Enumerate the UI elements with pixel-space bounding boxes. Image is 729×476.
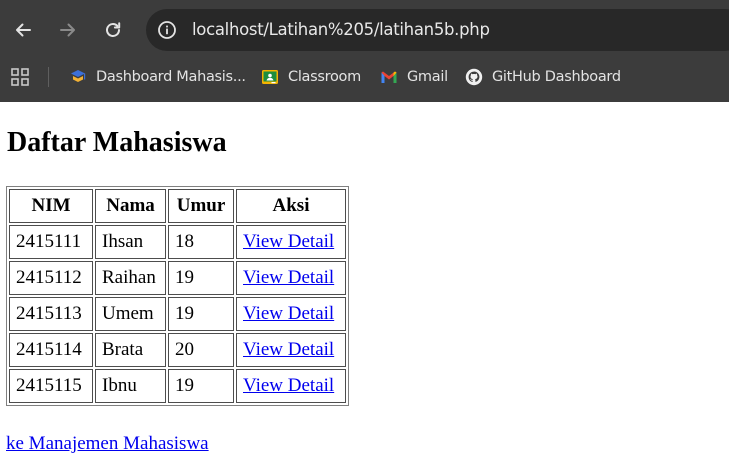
table-row: 2415114 Brata 20 View Detail [9,333,346,367]
bookmark-label: Classroom [288,69,361,85]
cell-nama: Ihsan [95,225,166,259]
forward-button[interactable] [55,17,81,43]
bookmarks-bar: Dashboard Mahasis... Classroom Gmail Git… [0,58,729,102]
address-bar[interactable]: localhost/Latihan%205/latihan5b.php [146,9,729,51]
info-icon [158,21,176,39]
cell-aksi: View Detail [236,297,346,331]
cell-aksi: View Detail [236,369,346,403]
cell-aksi: View Detail [236,333,346,367]
cell-aksi: View Detail [236,225,346,259]
cell-umur: 19 [168,261,234,295]
arrow-right-icon [60,23,75,37]
mahasiswa-table: NIM Nama Umur Aksi 2415111 Ihsan 18 View… [6,186,349,406]
gmail-icon [381,71,397,83]
bookmark-github-dashboard[interactable]: GitHub Dashboard [465,65,621,89]
cell-nim: 2415115 [9,369,93,403]
cell-nim: 2415111 [9,225,93,259]
classroom-icon [262,70,278,84]
cell-umur: 19 [168,369,234,403]
table-row: 2415113 Umem 19 View Detail [9,297,346,331]
dashboard-favicon-icon [71,70,86,82]
view-detail-link[interactable]: View Detail [243,339,334,360]
browser-chrome: localhost/Latihan%205/latihan5b.php Dash… [0,0,729,102]
table-row: 2415115 Ibnu 19 View Detail [9,369,346,403]
column-header-umur: Umur [168,189,234,223]
view-detail-link[interactable]: View Detail [243,303,334,324]
cell-nim: 2415112 [9,261,93,295]
manajemen-mahasiswa-link[interactable]: ke Manajemen Mahasiswa [6,433,209,455]
cell-aksi: View Detail [236,261,346,295]
bookmark-label: Dashboard Mahasis... [96,69,246,85]
url-text[interactable]: localhost/Latihan%205/latihan5b.php [192,20,490,39]
table-header-row: NIM Nama Umur Aksi [9,189,346,223]
site-info-button[interactable] [154,17,180,43]
bookmark-dashboard-mahasiswa[interactable]: Dashboard Mahasis... [69,65,246,89]
column-header-nim: NIM [9,189,93,223]
table-row: 2415112 Raihan 19 View Detail [9,261,346,295]
reload-icon [106,22,121,37]
cell-nama: Raihan [95,261,166,295]
cell-umur: 20 [168,333,234,367]
column-header-nama: Nama [95,189,166,223]
browser-toolbar: localhost/Latihan%205/latihan5b.php [0,0,729,58]
arrow-left-icon [16,23,31,37]
apps-grid-icon[interactable] [10,67,30,87]
cell-nama: Brata [95,333,166,367]
cell-umur: 19 [168,297,234,331]
page-title: Daftar Mahasiswa [7,127,227,158]
cell-umur: 18 [168,225,234,259]
table-row: 2415111 Ihsan 18 View Detail [9,225,346,259]
cell-nim: 2415113 [9,297,93,331]
bookmark-label: GitHub Dashboard [492,69,621,85]
column-header-aksi: Aksi [236,189,346,223]
view-detail-link[interactable]: View Detail [243,267,334,288]
reload-button[interactable] [100,17,126,43]
github-icon [465,68,483,86]
cell-nama: Umem [95,297,166,331]
bookmark-classroom[interactable]: Classroom [261,65,361,89]
back-button[interactable] [10,17,36,43]
bookmarks-divider [48,67,49,87]
cell-nim: 2415114 [9,333,93,367]
view-detail-link[interactable]: View Detail [243,375,334,396]
bookmark-gmail[interactable]: Gmail [380,65,448,89]
cell-nama: Ibnu [95,369,166,403]
bookmark-label: Gmail [407,69,448,85]
page-content: Daftar Mahasiswa NIM Nama Umur Aksi 2415… [0,102,729,476]
view-detail-link[interactable]: View Detail [243,231,334,252]
